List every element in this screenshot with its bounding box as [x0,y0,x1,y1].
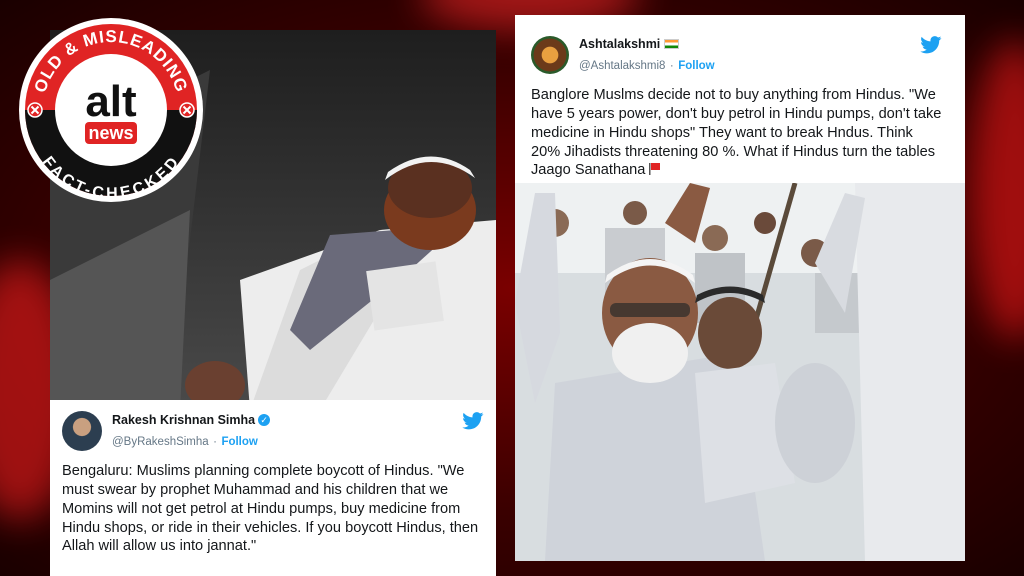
tweet-author: Rakesh Krishnan Simha ✓ @ByRakeshSimha · … [112,410,271,452]
twitter-bird-icon[interactable] [920,36,942,54]
tweet-text: Banglore Muslms decide not to buy anythi… [531,86,942,181]
red-flag-icon [649,163,660,176]
twitter-bird-icon[interactable] [462,412,484,430]
crowd-photo [515,183,965,561]
author-handle[interactable]: @Ashtalakshmi8 [579,60,665,72]
follow-button[interactable]: Follow [678,60,714,72]
x-icon [27,102,43,118]
logo-sub-text: news [88,123,133,143]
separator-dot: · [213,435,217,448]
india-flag-icon [664,38,680,49]
tweet-text: Bengaluru: Muslims planning complete boy… [62,462,479,555]
tweet-card-right[interactable]: Ashtalakshmi @Ashtalakshmi8 · Follow Ban… [515,28,958,183]
tweet-author: Ashtalakshmi @Ashtalakshmi8 · Follow [579,34,715,76]
logo-main-text: alt [85,77,137,126]
tweet-card-left[interactable]: Rakesh Krishnan Simha ✓ @ByRakeshSimha · … [50,400,496,576]
tweet-header: Ashtalakshmi @Ashtalakshmi8 · Follow [531,34,942,76]
avatar[interactable] [531,35,569,74]
follow-button[interactable]: Follow [221,436,257,448]
separator-dot: · [669,59,674,72]
author-name[interactable]: Ashtalakshmi [579,37,660,51]
author-name[interactable]: Rakesh Krishnan Simha [112,413,255,427]
x-icon [179,102,195,118]
avatar[interactable] [62,410,102,451]
verified-icon: ✓ [258,413,271,426]
author-handle[interactable]: @ByRakeshSimha [112,436,209,448]
tweet-text-content: Banglore Muslms decide not to buy anythi… [531,86,942,179]
alt-news-fact-check-badge: OLD & MISLEADING FACT-CHECKED alt news [19,18,203,203]
tweet-header: Rakesh Krishnan Simha ✓ @ByRakeshSimha · … [62,410,484,452]
background-glow [970,40,1024,340]
